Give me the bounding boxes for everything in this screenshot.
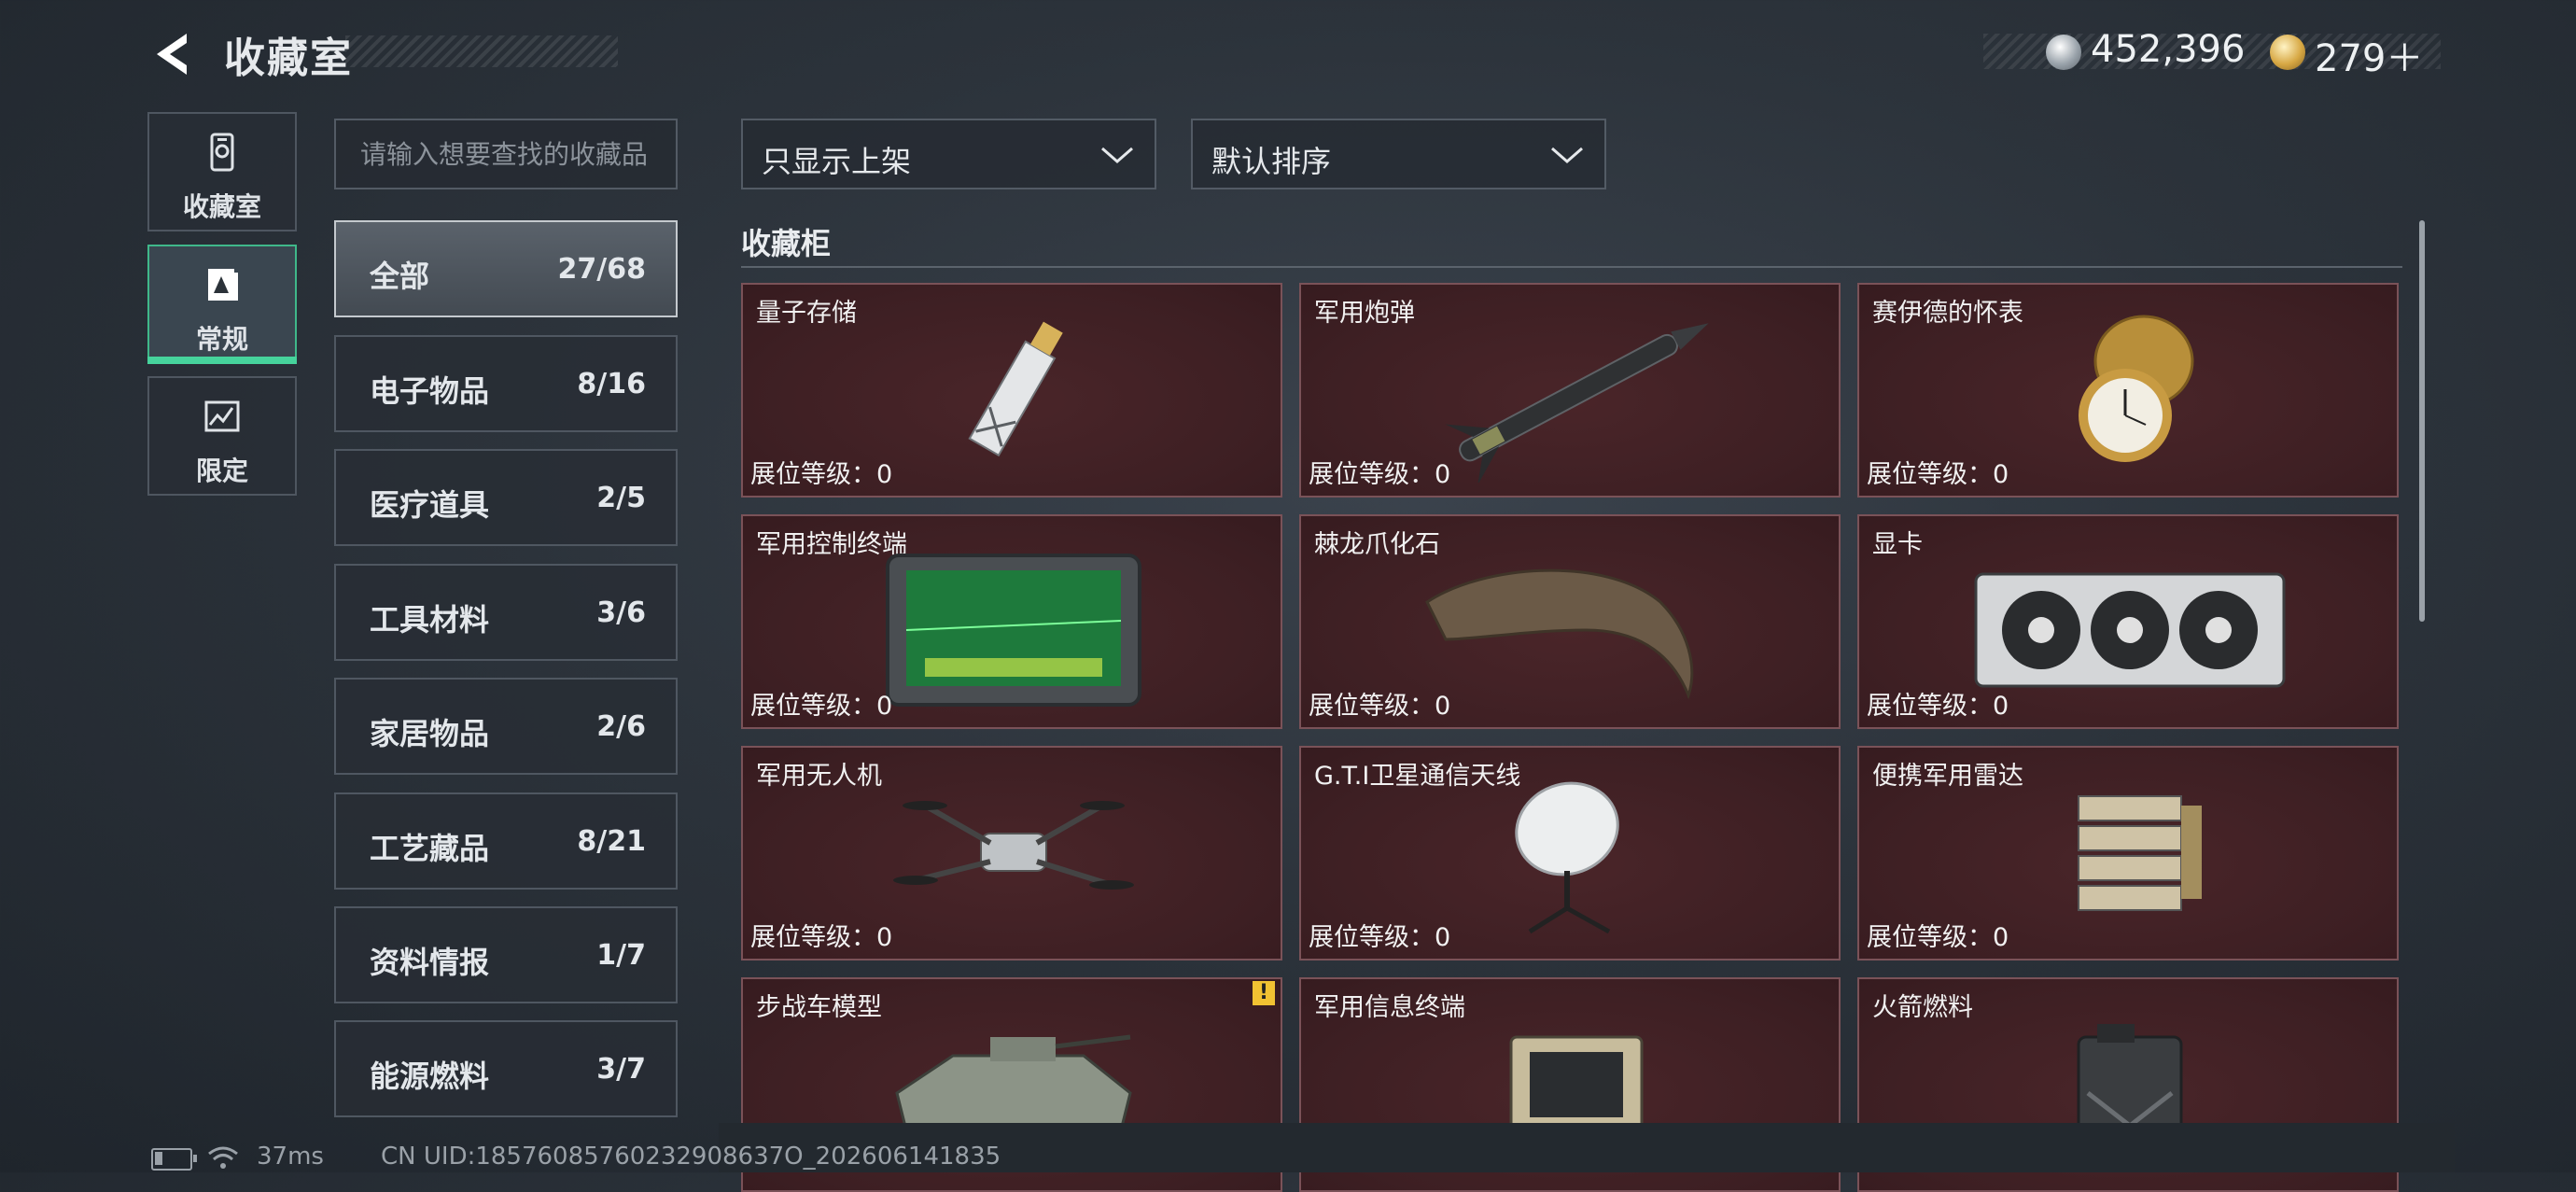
item-level: 展位等级：0 (750, 460, 893, 489)
category-count: 27/68 (557, 253, 646, 286)
category-name: 家居物品 (370, 716, 490, 751)
side-tab-label: 限定 (195, 456, 248, 486)
category-fuel[interactable]: 能源燃料 3/7 (334, 1020, 678, 1117)
item-level: 展位等级：0 (1309, 692, 1451, 721)
collection-card-military-shell[interactable]: 军用炮弹 展位等级：0 (1299, 283, 1841, 498)
item-name: 火箭燃料 (1872, 993, 1973, 1022)
collection-card-spinosaurus-claw-fossil[interactable]: 棘龙爪化石 展位等级：0 (1299, 514, 1841, 729)
silver-currency-value: 452,396 (2091, 28, 2246, 71)
battery-icon (151, 1148, 197, 1171)
missile-icon (1445, 323, 1709, 483)
side-tab-regular[interactable]: 常规 (147, 245, 297, 364)
item-level: 展位等级：0 (1867, 460, 2009, 489)
collection-card-military-drone[interactable]: 军用无人机 展位等级：0 (741, 746, 1282, 961)
search-box[interactable] (334, 119, 678, 189)
item-level: 展位等级：0 (1867, 923, 2009, 952)
limited-icon (204, 400, 240, 432)
collection-card-graphics-card[interactable]: 显卡 展位等级：0 (1857, 514, 2399, 729)
side-tab-label: 常规 (195, 324, 248, 355)
category-count: 2/6 (596, 710, 646, 743)
category-count: 3/6 (596, 596, 646, 629)
category-medical[interactable]: 医疗道具 2/5 (334, 449, 678, 546)
category-intel[interactable]: 资料情报 1/7 (334, 906, 678, 1003)
sort-dropdown[interactable]: 默认排序 (1191, 119, 1606, 189)
category-electronics[interactable]: 电子物品 8/16 (334, 335, 678, 432)
title-decoration (345, 35, 618, 67)
search-input[interactable] (336, 120, 676, 188)
drone-icon (893, 801, 1134, 890)
page-title: 收藏室 (224, 35, 353, 82)
category-count: 2/5 (596, 482, 646, 514)
collection-card-gti-satellite-antenna[interactable]: G.T.I卫星通信天线 展位等级：0 (1299, 746, 1841, 961)
category-household[interactable]: 家居物品 2/6 (334, 678, 678, 775)
category-name: 电子物品 (370, 373, 490, 409)
item-name: 量子存储 (756, 299, 857, 328)
category-name: 医疗道具 (370, 487, 490, 523)
category-name: 工艺藏品 (370, 831, 490, 866)
category-all[interactable]: 全部 27/68 (334, 220, 678, 317)
category-name: 工具材料 (370, 602, 490, 638)
side-tab-collection-room[interactable]: 收藏室 (147, 112, 297, 231)
display-filter-value: 只显示上架 (762, 144, 912, 179)
collection-card-portable-military-radar[interactable]: 便携军用雷达 展位等级：0 (1857, 746, 2399, 961)
side-tab-limited[interactable]: 限定 (147, 376, 297, 496)
display-filter-dropdown[interactable]: 只显示上架 (741, 119, 1156, 189)
uid-text: CN UID:18576085760232908637O_20260614183… (381, 1143, 1001, 1171)
control-terminal-icon (886, 554, 1141, 707)
portable-radar-icon (2078, 795, 2202, 911)
quantum-storage-icon (968, 321, 1063, 457)
regular-icon (208, 269, 238, 301)
shelf-scrollbar[interactable] (2419, 220, 2425, 622)
item-name: 军用炮弹 (1314, 299, 1415, 328)
category-count: 8/21 (577, 825, 646, 858)
category-count: 8/16 (577, 368, 646, 400)
gold-triangle-coin-icon (2270, 35, 2305, 70)
item-level: 展位等级：0 (1309, 460, 1451, 489)
shelf-title: 收藏柜 (741, 226, 832, 261)
chevron-down-icon (1101, 147, 1133, 163)
collection-room-icon (210, 133, 234, 172)
category-name: 资料情报 (370, 945, 490, 980)
category-count: 3/7 (596, 1053, 646, 1086)
chevron-down-icon (1551, 147, 1583, 163)
gold-currency-value[interactable]: 279＋ (2315, 28, 2423, 82)
wifi-icon (208, 1146, 238, 1169)
collection-card-military-control-terminal[interactable]: 军用控制终端 展位等级：0 (741, 514, 1282, 729)
item-name: 显卡 (1872, 530, 1923, 559)
category-crafts[interactable]: 工艺藏品 8/21 (334, 792, 678, 890)
item-level: 展位等级：0 (750, 923, 893, 952)
graphics-card-icon (1974, 572, 2286, 688)
silver-coin-icon (2046, 35, 2081, 70)
item-level: 展位等级：0 (1867, 692, 2009, 721)
warning-icon: ! (1253, 981, 1275, 1005)
ping-value: 37ms (257, 1143, 324, 1171)
category-count: 1/7 (596, 939, 646, 972)
category-name: 能源燃料 (370, 1059, 490, 1094)
satellite-antenna-icon (1515, 781, 1619, 934)
pocket-watch-icon (2079, 315, 2194, 462)
claw-fossil-icon (1425, 568, 1694, 700)
item-level: 展位等级：0 (750, 692, 893, 721)
collection-card-quantum-storage[interactable]: 量子存储 展位等级：0 (741, 283, 1282, 498)
side-tab-label: 收藏室 (182, 191, 261, 222)
item-level: 展位等级：0 (1309, 923, 1451, 952)
shelf-divider (741, 266, 2402, 268)
category-name: 全部 (370, 259, 430, 294)
back-arrow-icon[interactable] (147, 28, 200, 80)
category-tools[interactable]: 工具材料 3/6 (334, 564, 678, 661)
collection-card-pocket-watch[interactable]: 赛伊德的怀表 展位等级：0 (1857, 283, 2399, 498)
sort-value: 默认排序 (1211, 144, 1332, 179)
